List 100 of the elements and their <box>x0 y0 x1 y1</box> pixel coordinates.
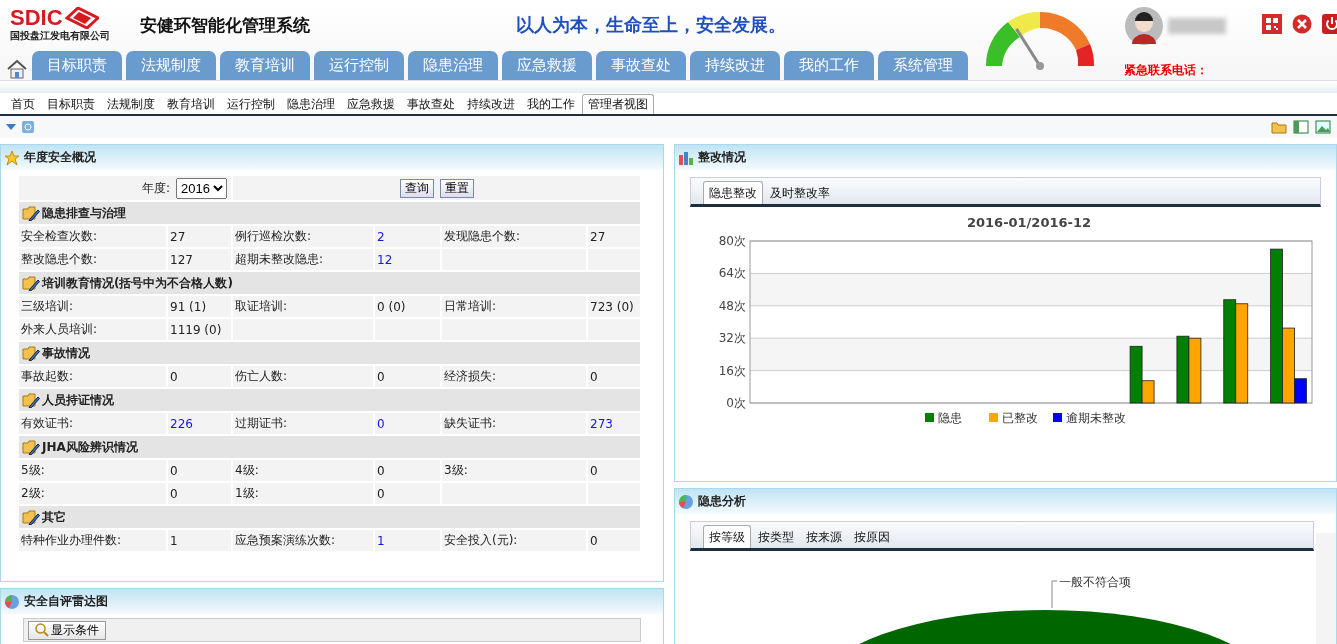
field-label: 伤亡人数: <box>233 366 373 387</box>
legend-swatch <box>1053 413 1062 422</box>
year-select[interactable]: 2016 <box>176 177 227 199</box>
sub-tab[interactable]: 事故查处 <box>402 95 460 114</box>
field-value: 0 <box>168 366 231 387</box>
field-label: 5级: <box>19 460 166 481</box>
value-link[interactable]: 273 <box>588 413 640 434</box>
value-link[interactable]: 12 <box>375 249 440 270</box>
field-label: 特种作业办理件数: <box>19 530 166 551</box>
field-label: 2级: <box>19 483 166 504</box>
panel-title: 年度安全概况 <box>24 149 96 166</box>
field-value: 723 (0) <box>588 296 640 317</box>
legend-label: 逾期未整改 <box>1066 411 1126 425</box>
field-value: 0 <box>588 366 640 387</box>
value-link[interactable]: 2 <box>375 226 440 247</box>
form-button[interactable]: 重置 <box>439 178 474 198</box>
close-icon[interactable] <box>1292 14 1312 34</box>
legend-label: 已整改 <box>1002 411 1038 425</box>
field-label: 整改隐患个数: <box>19 249 166 270</box>
section-title: 人员持证情况 <box>42 391 114 409</box>
power-icon[interactable] <box>1322 14 1337 34</box>
company-logo: SDIC <box>10 7 134 29</box>
field-label: 超期未整改隐患: <box>233 249 373 270</box>
qr-code-icon[interactable] <box>1262 14 1282 34</box>
sub-tab[interactable]: 隐患治理 <box>282 95 340 114</box>
form-button[interactable]: 查询 <box>399 178 434 198</box>
field-label: 三级培训: <box>19 296 166 317</box>
folder-icon[interactable] <box>1271 120 1287 134</box>
system-title: 安健环智能化管理系统 <box>140 13 310 37</box>
chart-title: 2016-01/2016-12 <box>966 215 1092 230</box>
bar <box>1176 335 1190 404</box>
company-name: 国投盘江发电有限公司 <box>10 29 111 43</box>
section-title: 其它 <box>42 508 66 526</box>
field-label: 4级: <box>233 460 373 481</box>
blurred-username <box>1168 18 1226 34</box>
avatar-icon <box>1124 6 1164 46</box>
y-tick-label: 64次 <box>718 266 746 281</box>
section-title: 事故情况 <box>42 344 90 362</box>
field-value: 0 <box>375 483 440 504</box>
sub-tab[interactable]: 持续改进 <box>462 95 520 114</box>
field-label: 经济损失: <box>442 366 586 387</box>
field-label: 例行巡检次数: <box>233 226 373 247</box>
field-value: 0 (0) <box>375 296 440 317</box>
sub-tab[interactable]: 应急救援 <box>342 95 400 114</box>
sub-tab[interactable]: 法规制度 <box>102 95 160 114</box>
slogan: 以人为本，生命至上，安全发展。 <box>516 13 786 37</box>
folder-pencil-icon <box>22 392 40 408</box>
pie-chart-icon <box>4 593 20 610</box>
field-value: 27 <box>588 226 640 247</box>
y-tick-label: 80次 <box>718 234 746 248</box>
chart-tab[interactable]: 隐患整改 <box>703 181 763 204</box>
field-value: 127 <box>168 249 231 270</box>
pie-chart-icon <box>678 493 694 510</box>
y-tick-label: 0次 <box>726 396 746 410</box>
field-value: 0 <box>375 460 440 481</box>
folder-pencil-icon <box>22 275 40 291</box>
field-label: 1级: <box>233 483 373 504</box>
sub-tab[interactable]: 目标职责 <box>42 95 100 114</box>
value-link[interactable]: 226 <box>168 413 231 434</box>
folder-pencil-icon <box>22 439 40 455</box>
bar-chart-icon <box>678 149 694 166</box>
field-value: 1 <box>168 530 231 551</box>
chart-tab[interactable]: 按等级 <box>703 525 751 548</box>
field-value: 0 <box>588 530 640 551</box>
scrollbar[interactable] <box>1316 533 1336 644</box>
star-icon <box>4 149 20 166</box>
legend-swatch <box>925 413 934 422</box>
legend-swatch <box>989 413 998 422</box>
y-tick-label: 16次 <box>718 363 746 378</box>
section-title: 隐患排查与治理 <box>42 204 126 222</box>
field-value: 1119 (0) <box>168 319 231 340</box>
bar <box>1188 337 1202 404</box>
chart-tab[interactable]: 按类型 <box>753 526 799 548</box>
window-icon[interactable] <box>1293 120 1309 134</box>
value-link[interactable]: 0 <box>375 413 440 434</box>
image-icon[interactable] <box>1315 120 1331 134</box>
chart-tab[interactable]: 按原因 <box>849 526 895 548</box>
field-value: 0 <box>588 460 640 481</box>
chart-tab[interactable]: 按来源 <box>801 526 847 548</box>
field-label: 缺失证书: <box>442 413 586 434</box>
sub-tab[interactable]: 我的工作 <box>522 95 580 114</box>
field-label: 有效证书: <box>19 413 166 434</box>
search-icon <box>35 623 49 637</box>
show-conditions-button[interactable]: 显示条件 <box>28 620 106 640</box>
field-value: 0 <box>168 483 231 504</box>
value-link[interactable]: 1 <box>375 530 440 551</box>
field-label: 事故起数: <box>19 366 166 387</box>
sub-tab[interactable]: 运行控制 <box>222 95 280 114</box>
field-value: 91 (1) <box>168 296 231 317</box>
panel-title: 隐患分析 <box>698 493 746 510</box>
sub-tab[interactable]: 教育培训 <box>162 95 220 114</box>
sub-tab[interactable]: 首页 <box>6 95 40 114</box>
caret-down-icon[interactable] <box>6 123 16 131</box>
sub-tab[interactable]: 管理者视图 <box>582 94 654 114</box>
pie-slice-label: 一般不符合项 <box>1059 574 1131 591</box>
field-label: 日常培训: <box>442 296 586 317</box>
field-label: 取证培训: <box>233 296 373 317</box>
legend-label: 隐患 <box>938 411 962 425</box>
chart-tab[interactable]: 及时整改率 <box>765 182 835 204</box>
home-icon[interactable] <box>6 58 28 80</box>
